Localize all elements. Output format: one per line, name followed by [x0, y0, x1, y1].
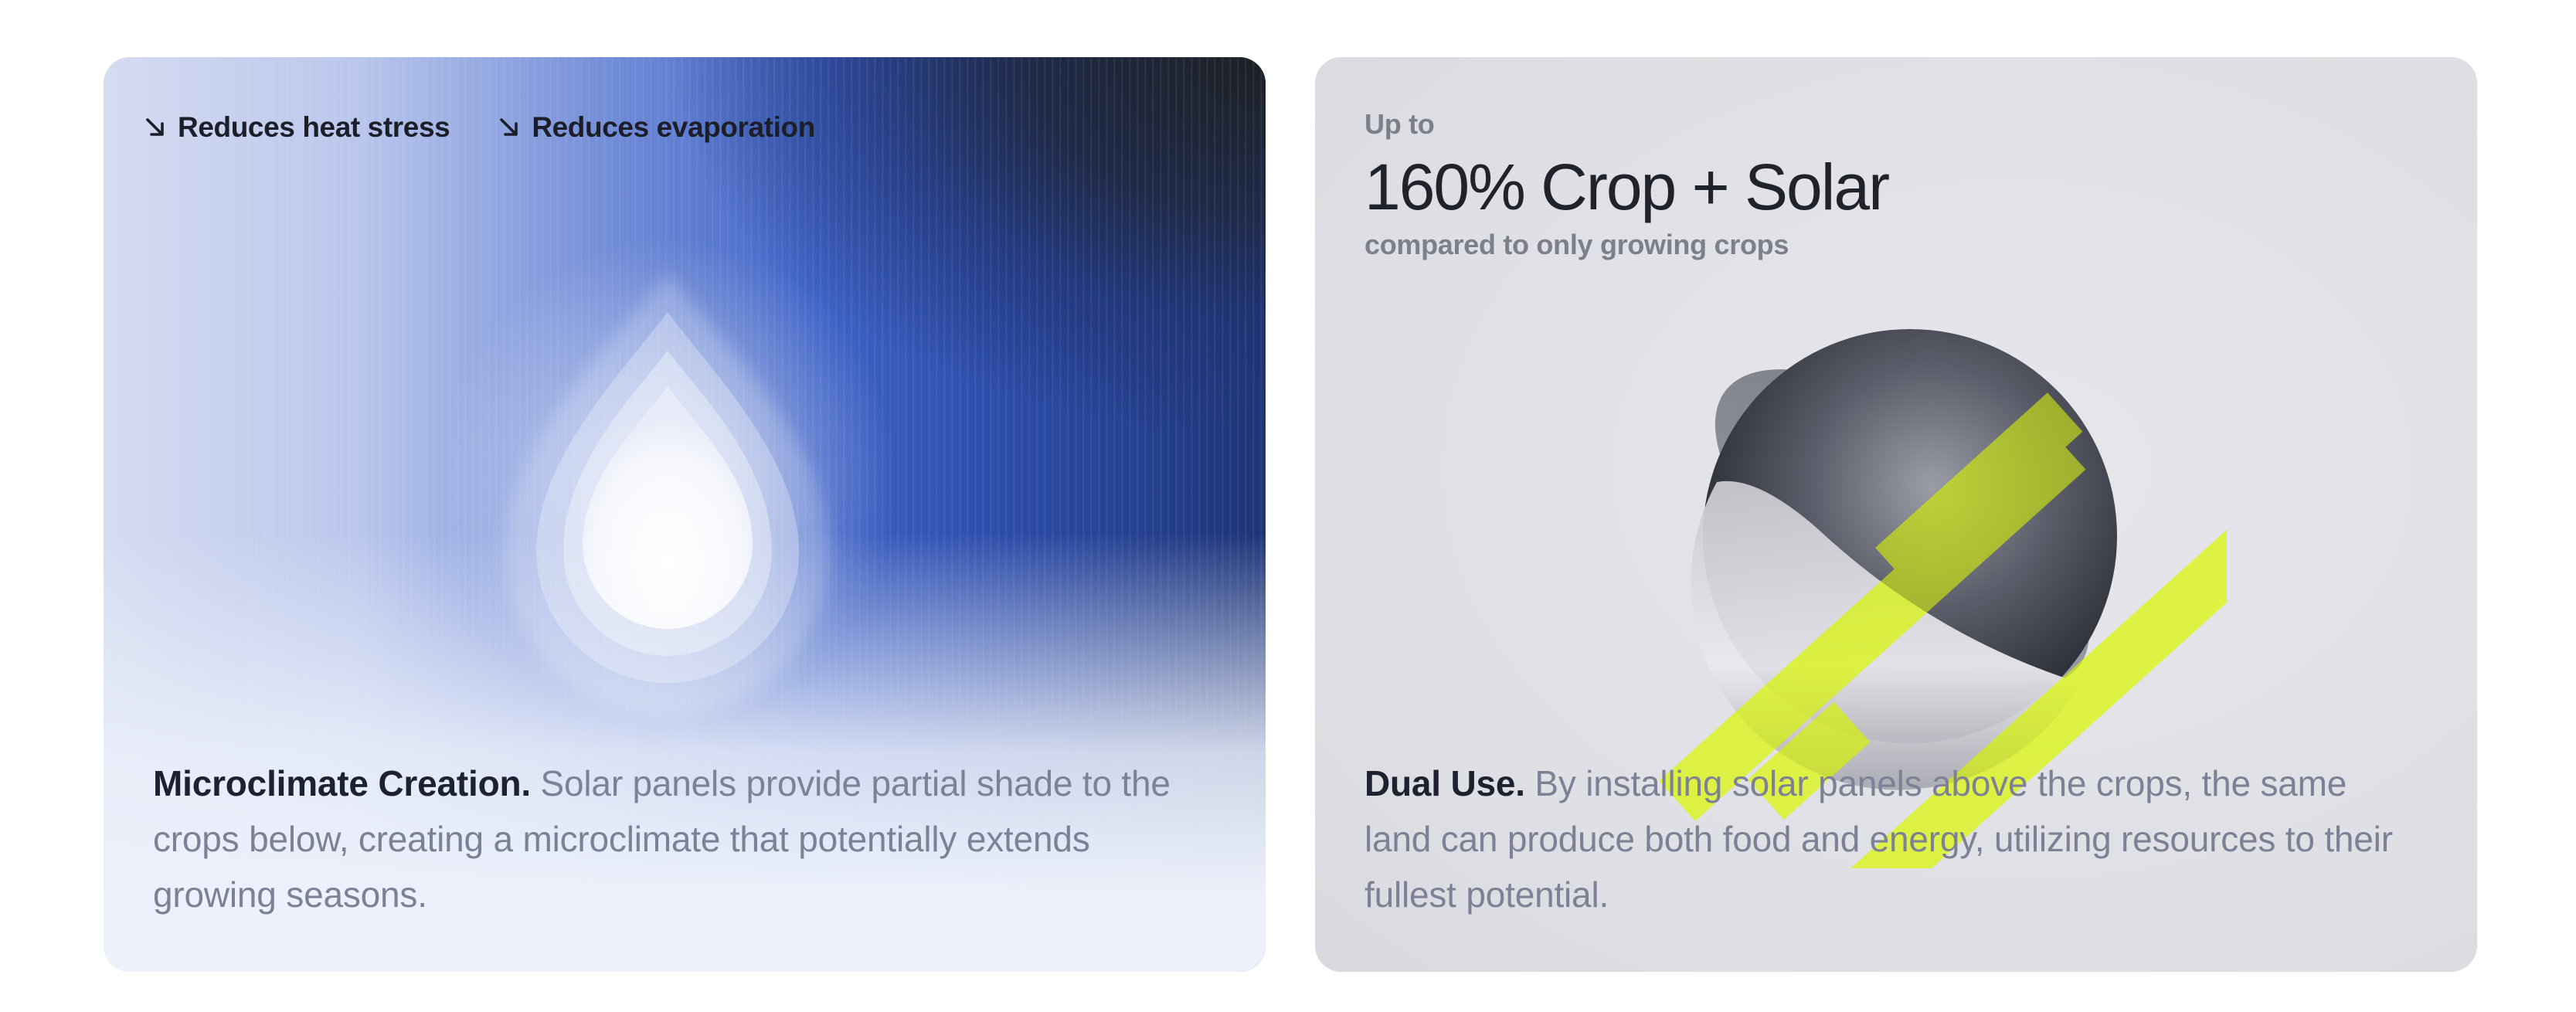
arrow-down-right-icon: [500, 118, 518, 136]
arrow-down-right-icon: [146, 118, 164, 136]
tag-label: Reduces heat stress: [178, 111, 450, 143]
microclimate-title: Microclimate Creation.: [153, 763, 531, 803]
water-drop-icon: [467, 212, 868, 752]
yield-stat: Up to 160% Crop + Solar compared to only…: [1364, 108, 1890, 261]
benefit-tags: Reduces heat stress Reduces evaporation: [144, 111, 815, 144]
tag-label: Reduces evaporation: [532, 111, 815, 143]
stat-caption: compared to only growing crops: [1364, 229, 1789, 260]
dual-use-title: Dual Use.: [1364, 763, 1525, 803]
dual-use-card: Up to 160% Crop + Solar compared to only…: [1315, 57, 2477, 972]
dual-use-description: Dual Use. By installing solar panels abo…: [1364, 756, 2400, 922]
stat-value: 160% Crop + Solar: [1364, 151, 1890, 223]
microclimate-description: Microclimate Creation. Solar panels prov…: [153, 756, 1188, 922]
microclimate-card: Reduces heat stress Reduces evaporation …: [104, 57, 1266, 972]
tag-reduces-evaporation: Reduces evaporation: [498, 111, 815, 144]
feature-cards-section: Reduces heat stress Reduces evaporation …: [0, 0, 2576, 1012]
tag-reduces-heat-stress: Reduces heat stress: [144, 111, 450, 144]
stat-prefix: Up to: [1364, 108, 1435, 140]
